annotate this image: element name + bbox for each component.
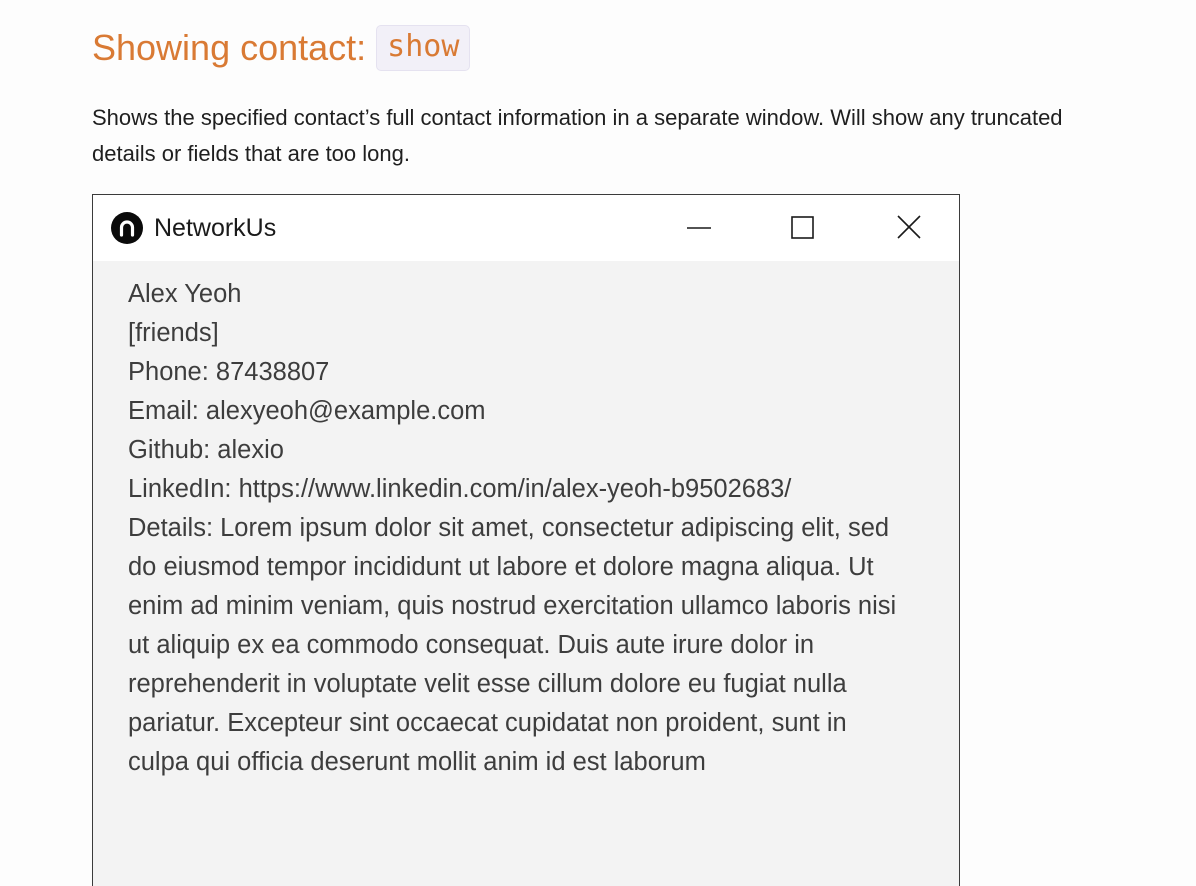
close-icon[interactable] [889, 207, 929, 247]
section-description: Shows the specified contact’s full conta… [92, 105, 1063, 166]
contact-phone: Phone: 87438807 [128, 358, 330, 386]
window-titlebar[interactable]: NetworkUs [93, 195, 959, 261]
window-title: NetworkUs [154, 214, 277, 242]
contact-details-line: Details: Lorem ipsum dolor sit amet, con… [128, 514, 890, 542]
contact-details-line: ut aliquip ex ea commodo consequat. Duis… [128, 631, 815, 659]
user-guide-section: Showing contact: show Shows the specifie… [0, 0, 1196, 886]
section-heading-text: Showing contact: [92, 27, 367, 68]
contact-window: NetworkUs Alex Yeoh [friends] Phone: 874… [92, 194, 960, 886]
contact-details-line: do eiusmod tempor incididunt ut labore e… [128, 553, 874, 581]
command-code-chip: show [376, 25, 471, 71]
contact-details-panel: Alex Yeoh [friends] Phone: 87438807 Emai… [128, 275, 948, 782]
contact-details-line: culpa qui officia deserunt mollit anim i… [128, 748, 706, 776]
contact-github: Github: alexio [128, 436, 284, 464]
contact-name: Alex Yeoh [128, 280, 242, 308]
contact-details-line: reprehenderit in voluptate velit esse ci… [128, 670, 847, 698]
contact-tags: [friends] [128, 319, 219, 347]
networkus-logo-icon [111, 212, 143, 244]
maximize-icon[interactable] [782, 207, 822, 247]
section-heading: Showing contact: show [92, 22, 471, 74]
contact-details-line: enim ad minim veniam, quis nostrud exerc… [128, 592, 897, 620]
minimize-icon[interactable] [679, 207, 719, 247]
contact-details-line: pariatur. Excepteur sint occaecat cupida… [128, 709, 847, 737]
contact-email: Email: alexyeoh@example.com [128, 397, 486, 425]
contact-linkedin: LinkedIn: https://www.linkedin.com/in/al… [128, 475, 792, 503]
